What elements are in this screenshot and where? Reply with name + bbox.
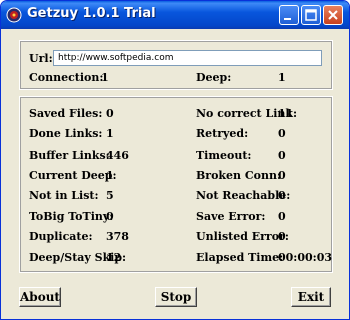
current-deep-value: 1 (106, 169, 114, 182)
url-input[interactable]: http://www.softpedia.com (53, 50, 322, 66)
buffer-links-value: 446 (106, 149, 129, 162)
app-window: Getzuy 1.0.1 Trial Url: http://www.softp… (0, 0, 350, 320)
retryed-value: 0 (278, 127, 286, 140)
tobig-totiny-label: ToBig ToTiny: (29, 210, 114, 223)
not-reachable-value: 0 (278, 189, 286, 202)
close-button[interactable] (323, 5, 343, 25)
duplicate-value: 378 (106, 230, 129, 243)
deep-stay-skip-value: 12 (106, 251, 122, 264)
connection-value: 1 (101, 71, 109, 84)
deep-label: Deep: (196, 71, 232, 84)
current-deep-label: Current Deep: (29, 169, 117, 182)
elapsed-time-value: 00:00:03 (278, 251, 333, 264)
not-reachable-label: Not Reachable: (196, 189, 291, 202)
deep-value: 1 (278, 71, 286, 84)
tobig-totiny-value: 0 (106, 210, 114, 223)
exit-button[interactable]: Exit (291, 287, 331, 307)
unlisted-error-label: Unlisted Error: (196, 230, 289, 243)
stop-button[interactable]: Stop (155, 287, 197, 307)
retryed-label: Retryed: (196, 127, 249, 140)
broken-conn-value: 0 (278, 169, 286, 182)
title-bar[interactable]: Getzuy 1.0.1 Trial (1, 1, 349, 29)
broken-conn-label: Broken Conn: (196, 169, 282, 182)
minimize-icon (284, 18, 291, 20)
about-button[interactable]: About (19, 287, 61, 307)
done-links-value: 1 (106, 127, 114, 140)
save-error-value: 0 (278, 210, 286, 223)
duplicate-label: Duplicate: (29, 230, 93, 243)
maximize-icon (305, 9, 317, 21)
minimize-button[interactable] (279, 5, 299, 25)
timeout-value: 0 (278, 149, 286, 162)
not-in-list-label: Not in List: (29, 189, 99, 202)
unlisted-error-value: 0 (278, 230, 286, 243)
app-logo-icon (6, 7, 22, 23)
save-error-label: Save Error: (196, 210, 266, 223)
stats-groupbox (19, 96, 333, 273)
timeout-label: Timeout: (196, 149, 252, 162)
not-in-list-value: 5 (106, 189, 114, 202)
window-title: Getzuy 1.0.1 Trial (27, 6, 156, 21)
connection-label: Connection: (29, 71, 104, 84)
saved-files-value: 0 (106, 107, 114, 120)
close-icon (328, 10, 338, 20)
saved-files-label: Saved Files: (29, 107, 103, 120)
url-label: Url: (29, 52, 53, 65)
no-correct-link-value: 11 (278, 107, 294, 120)
done-links-label: Done Links: (29, 127, 103, 140)
maximize-button[interactable] (301, 5, 321, 25)
buffer-links-label: Buffer Links: (29, 149, 110, 162)
elapsed-time-label: Elapsed Time: (196, 251, 284, 264)
